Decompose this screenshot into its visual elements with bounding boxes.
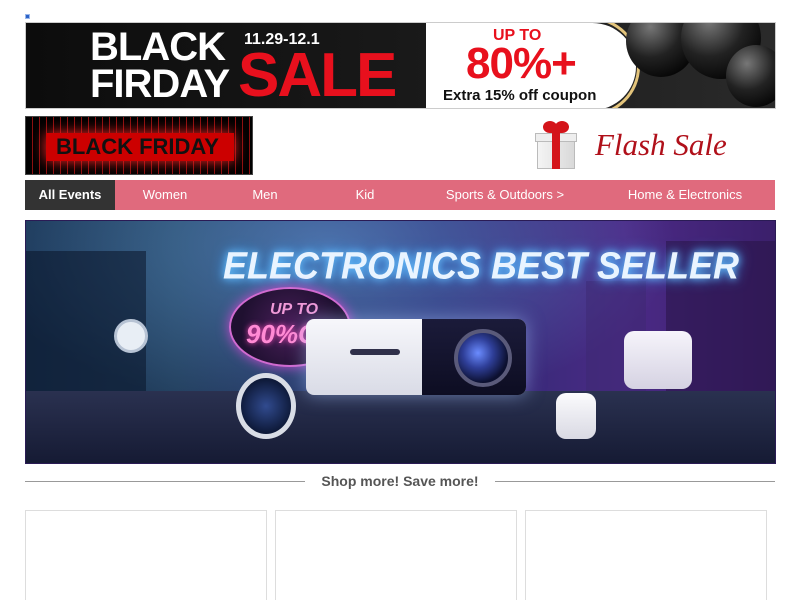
logo-text: BLACK FRIDAY [56,134,219,159]
projector-image [306,319,526,395]
black-friday-logo[interactable]: BLACK FRIDAY [25,116,253,175]
nav-item-men[interactable]: Men [215,180,315,210]
product-card[interactable] [275,510,517,600]
banner-percent: 80%+ [466,39,577,88]
banner-sale-text: SALE [238,41,397,109]
page-marker [25,14,30,19]
gift-icon [535,121,577,171]
black-friday-sale-banner[interactable]: BLACK FIRDAY 11.29-12.1 SALE UP TO 80%+ … [25,22,776,109]
nav-item-all-events[interactable]: All Events [25,180,115,210]
earbuds-image [556,393,596,439]
hero-floor [26,391,775,463]
divider-right [495,481,775,482]
category-nav: All Events Women Men Kid Sports & Outdoo… [25,180,775,210]
banner-coupon-text: Extra 15% off coupon [443,87,597,104]
nav-item-sports-outdoors[interactable]: Sports & Outdoors > [415,180,595,210]
nav-item-kid[interactable]: Kid [315,180,415,210]
divider-left [25,481,305,482]
product-card[interactable] [25,510,267,600]
security-camera-image [114,319,148,353]
flash-sale-link[interactable]: Flash Sale [595,127,727,163]
badge-up-to: UP TO [270,301,319,318]
hero-title: ELECTRONICS BEST SELLER [223,243,740,287]
nav-item-women[interactable]: Women [115,180,215,210]
speaker-image [624,331,692,389]
section-heading: Shop more! Save more! [321,473,479,489]
product-card[interactable] [525,510,767,600]
smartwatch-image [236,373,296,439]
projector-lens [454,329,512,387]
nav-item-home-electronics[interactable]: Home & Electronics [595,180,775,210]
balloon-image [726,45,775,107]
electronics-hero-banner[interactable]: ELECTRONICS BEST SELLER UP TO 90%OFF [25,220,776,464]
banner-black-friday-text: BLACK FIRDAY [90,25,230,106]
